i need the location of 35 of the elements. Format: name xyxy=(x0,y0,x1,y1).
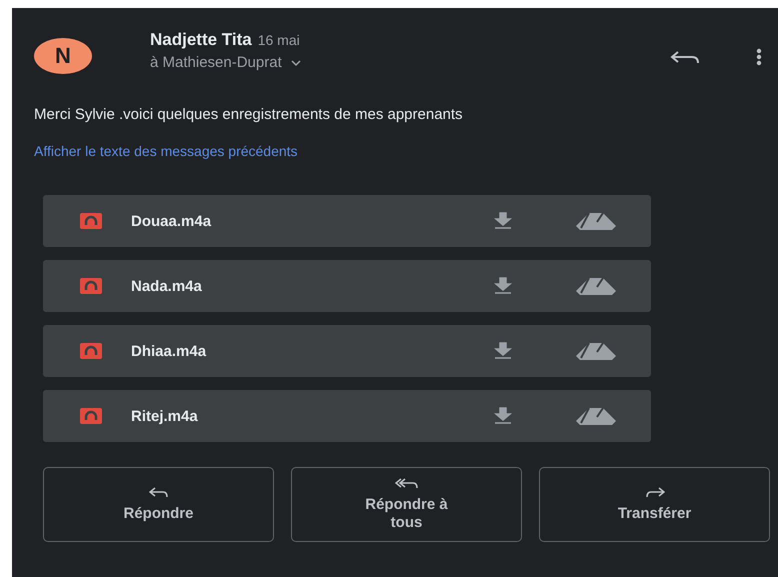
download-icon[interactable] xyxy=(493,212,513,230)
attachment-row[interactable]: Nada.m4a xyxy=(43,260,651,312)
reply-icon xyxy=(148,486,168,498)
download-icon[interactable] xyxy=(493,277,513,295)
show-quoted-link[interactable]: Afficher le texte des messages précédents xyxy=(34,143,298,159)
reply-icon[interactable] xyxy=(670,50,700,66)
attachment-name: Dhiaa.m4a xyxy=(131,342,208,360)
audio-file-icon xyxy=(80,213,102,229)
recipient: à Mathiesen-Duprat xyxy=(150,54,282,71)
attachment-row[interactable]: Ritej.m4a xyxy=(43,390,651,442)
more-icon[interactable] xyxy=(756,48,762,66)
message-date: 16 mai xyxy=(258,32,300,48)
action-button[interactable]: Répondre à tous xyxy=(291,467,522,542)
drive-icon[interactable] xyxy=(575,342,617,360)
action-button[interactable]: Répondre xyxy=(43,467,274,542)
drive-icon[interactable] xyxy=(575,277,617,295)
drive-icon[interactable] xyxy=(575,212,617,230)
audio-file-icon xyxy=(80,408,102,424)
audio-file-icon xyxy=(80,278,102,294)
download-icon[interactable] xyxy=(493,407,513,425)
attachment-name: Nada.m4a xyxy=(131,278,203,294)
message-body: Merci Sylvie .voici quelques enregistrements de mes apprenants xyxy=(34,106,464,123)
attachment-row[interactable]: Douaa.m4a xyxy=(43,195,651,247)
attachment-name: Ritej.m4a xyxy=(131,408,199,424)
forward-icon xyxy=(644,486,664,498)
chevron-icon[interactable] xyxy=(290,58,302,66)
action-button[interactable]: Transférer xyxy=(539,467,770,542)
avatar: N xyxy=(34,38,92,74)
audio-file-icon xyxy=(80,343,102,359)
sender-name: Nadjette Tita xyxy=(150,30,252,50)
attachment-name: Douaa.m4a xyxy=(131,212,212,230)
reply-all-icon xyxy=(394,478,418,490)
download-icon[interactable] xyxy=(493,342,513,360)
attachment-row[interactable]: Dhiaa.m4a xyxy=(43,325,651,377)
drive-icon[interactable] xyxy=(575,407,617,425)
